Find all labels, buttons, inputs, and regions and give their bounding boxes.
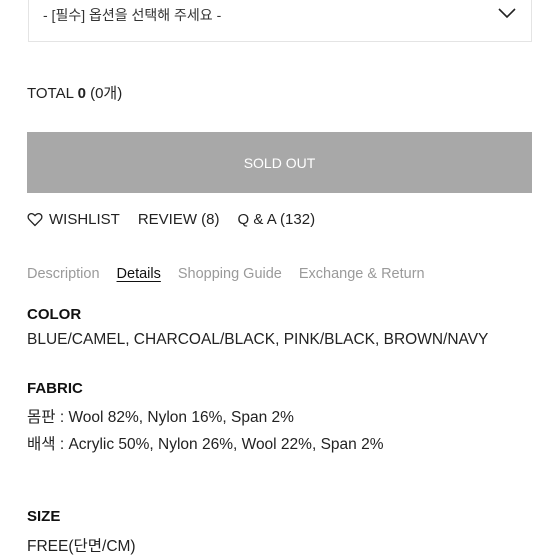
chevron-down-icon: [498, 8, 516, 19]
tab-exchange-return[interactable]: Exchange & Return: [299, 266, 425, 282]
size-value: FREE(단면/CM): [27, 538, 136, 555]
total-summary: TOTAL 0 (0개): [27, 82, 122, 103]
total-label: TOTAL: [27, 85, 74, 102]
qa-link[interactable]: Q & A (132): [238, 211, 316, 228]
fabric-line-trim: 배색 : Acrylic 50%, Nylon 26%, Wool 22%, S…: [27, 436, 384, 453]
total-amount: 0: [77, 85, 86, 102]
color-title: COLOR: [27, 306, 82, 323]
tab-details[interactable]: Details: [117, 266, 161, 282]
heart-icon: [27, 213, 43, 227]
review-link[interactable]: REVIEW (8): [138, 211, 220, 228]
detail-tabs: Description Details Shopping Guide Excha…: [27, 266, 442, 282]
tab-description[interactable]: Description: [27, 266, 100, 282]
wishlist-link[interactable]: WISHLIST: [27, 211, 120, 228]
size-title: SIZE: [27, 508, 61, 525]
tab-shopping-guide[interactable]: Shopping Guide: [178, 266, 282, 282]
product-links: WISHLIST REVIEW (8) Q & A (132): [27, 211, 333, 228]
sold-out-button[interactable]: SOLD OUT: [27, 132, 532, 193]
option-select-placeholder: - [필수] 옵션을 선택해 주세요 -: [43, 7, 222, 23]
wishlist-label: WISHLIST: [49, 211, 120, 228]
option-select[interactable]: - [필수] 옵션을 선택해 주세요 -: [28, 0, 532, 42]
color-value: BLUE/CAMEL, CHARCOAL/BLACK, PINK/BLACK, …: [27, 331, 489, 348]
fabric-title: FABRIC: [27, 380, 83, 397]
fabric-line-body: 몸판 : Wool 82%, Nylon 16%, Span 2%: [27, 409, 294, 426]
total-count: (0개): [90, 85, 123, 102]
